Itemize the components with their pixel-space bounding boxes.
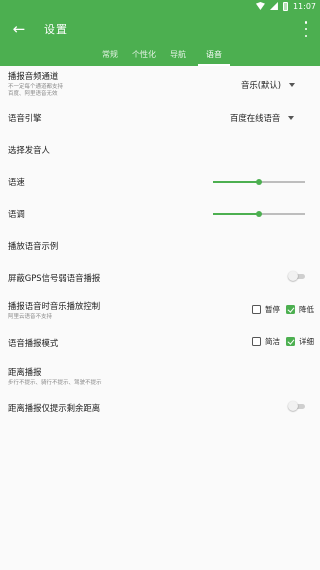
setting-subtitle: 百度、阿里语音无效 bbox=[8, 91, 58, 97]
tab-bar: 常规 个性化 导航 语音 bbox=[0, 48, 320, 66]
toggle-thumb bbox=[288, 271, 298, 281]
dropdown-value: 百度在线语音 bbox=[230, 113, 281, 123]
pitch-slider[interactable] bbox=[213, 209, 305, 219]
setting-label: 选择发音人 bbox=[8, 145, 50, 155]
setting-label: 距离播报 bbox=[8, 367, 42, 377]
wifi-icon bbox=[255, 2, 265, 10]
checkbox-label: 降低 bbox=[299, 305, 314, 314]
setting-label: 语调 bbox=[8, 209, 25, 219]
detailed-checkbox[interactable]: 详细 bbox=[286, 336, 314, 347]
lower-volume-checkbox[interactable]: 降低 bbox=[286, 304, 314, 315]
setting-mute-weak-gps: 屏蔽GPS信号弱语音播报 bbox=[0, 264, 320, 288]
setting-label: 距离播报仅提示剩余距离 bbox=[8, 403, 101, 413]
setting-distance-broadcast[interactable]: 距离播报 步行不提示、骑行不提示、驾驶不提示 bbox=[0, 361, 320, 389]
setting-play-sample[interactable]: 播放语音示例 bbox=[0, 232, 320, 256]
setting-speech-rate: 语速 bbox=[0, 168, 320, 192]
speech-rate-slider[interactable] bbox=[213, 177, 305, 187]
more-options-icon[interactable] bbox=[302, 21, 310, 37]
slider-thumb[interactable] bbox=[256, 179, 262, 185]
checkbox-box[interactable] bbox=[252, 337, 261, 346]
status-icons: 11:07 bbox=[255, 0, 316, 12]
setting-subtitle: 阿里云语音不支持 bbox=[8, 314, 53, 320]
slider-fill bbox=[213, 181, 259, 183]
setting-broadcast-mode: 语音播报模式 简洁 详细 bbox=[0, 329, 320, 353]
signal-icon bbox=[269, 2, 278, 10]
setting-music-control: 播报语音时音乐播放控制 阿里云语音不支持 暂停 降低 bbox=[0, 295, 320, 323]
checkbox-label: 暂停 bbox=[265, 305, 280, 314]
weak-gps-toggle[interactable] bbox=[288, 271, 306, 281]
setting-label: 播报音频通道 bbox=[8, 71, 59, 81]
setting-label: 语音播报模式 bbox=[8, 338, 59, 348]
tab-voice[interactable]: 语音 bbox=[198, 48, 230, 66]
remaining-distance-toggle[interactable] bbox=[288, 401, 306, 411]
caret-down-icon bbox=[289, 83, 296, 87]
voice-engine-dropdown[interactable]: 百度在线语音 bbox=[230, 112, 295, 124]
setting-voice-engine[interactable]: 语音引擎 百度在线语音 bbox=[0, 104, 320, 128]
audio-channel-dropdown[interactable]: 音乐(默认) bbox=[241, 79, 296, 91]
pause-checkbox[interactable]: 暂停 bbox=[252, 304, 280, 315]
caret-down-icon bbox=[288, 116, 295, 120]
checkbox-box[interactable] bbox=[252, 305, 261, 314]
setting-label: 屏蔽GPS信号弱语音播报 bbox=[8, 273, 101, 283]
app-bar: 11:07 ← 设置 常规 个性化 导航 语音 bbox=[0, 0, 320, 66]
page-title: 设置 bbox=[44, 23, 68, 36]
music-control-options: 暂停 降低 bbox=[246, 304, 314, 315]
back-arrow-icon[interactable]: ← bbox=[10, 20, 28, 38]
setting-select-speaker[interactable]: 选择发音人 bbox=[0, 136, 320, 160]
setting-subtitle: 步行不提示、骑行不提示、驾驶不提示 bbox=[8, 380, 102, 386]
checkbox-label: 简洁 bbox=[265, 337, 280, 346]
setting-audio-channel[interactable]: 播报音频通道 不一定每个通道都支持 百度、阿里语音无效 音乐(默认) bbox=[0, 66, 320, 100]
setting-label: 播报语音时音乐播放控制 bbox=[8, 301, 101, 311]
checkbox-box[interactable] bbox=[286, 305, 295, 314]
battery-icon bbox=[282, 1, 288, 11]
broadcast-mode-options: 简洁 详细 bbox=[246, 336, 314, 347]
checkbox-box[interactable] bbox=[286, 337, 295, 346]
dropdown-value: 音乐(默认) bbox=[241, 80, 282, 90]
setting-pitch: 语调 bbox=[0, 200, 320, 224]
slider-fill bbox=[213, 213, 259, 215]
setting-label: 语音引擎 bbox=[8, 113, 42, 123]
slider-thumb[interactable] bbox=[256, 211, 262, 217]
toolbar: ← 设置 bbox=[0, 12, 320, 46]
tab-navigation[interactable]: 导航 bbox=[166, 48, 190, 66]
setting-label: 语速 bbox=[8, 177, 25, 187]
checkbox-label: 详细 bbox=[299, 337, 314, 346]
status-bar: 11:07 bbox=[0, 0, 320, 12]
tab-general[interactable]: 常规 bbox=[98, 48, 122, 66]
setting-remaining-distance-only: 距离播报仅提示剩余距离 bbox=[0, 394, 320, 418]
setting-label: 播放语音示例 bbox=[8, 241, 59, 251]
toggle-thumb bbox=[288, 401, 298, 411]
concise-checkbox[interactable]: 简洁 bbox=[252, 336, 280, 347]
tab-personalize[interactable]: 个性化 bbox=[129, 48, 159, 66]
status-time: 11:07 bbox=[292, 1, 316, 11]
